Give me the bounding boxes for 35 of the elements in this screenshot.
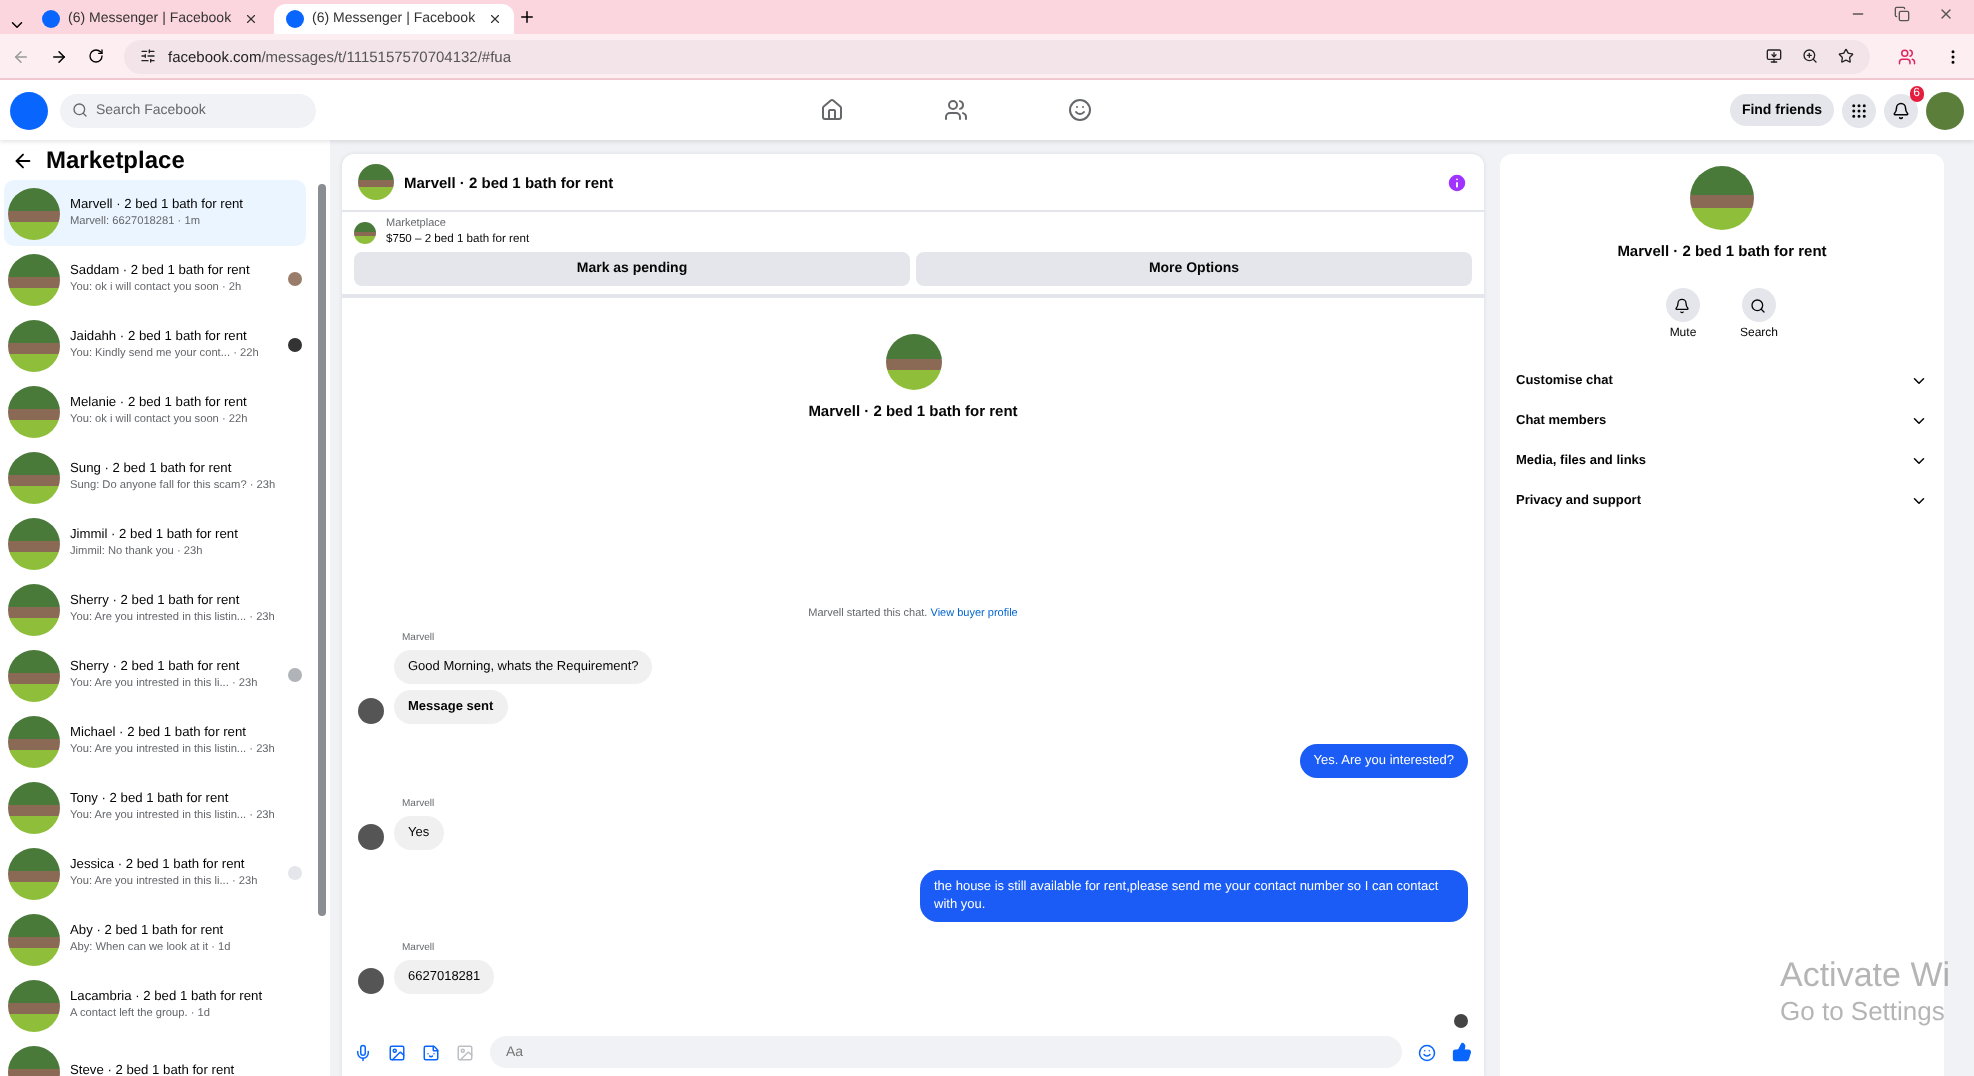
search-icon [72,102,88,118]
like-icon[interactable] [1452,1042,1472,1062]
home-icon[interactable] [820,98,844,122]
seen-avatar [1454,1014,1468,1028]
site-settings-icon[interactable] [140,48,156,64]
sticker-icon[interactable] [422,1043,440,1061]
menu-grid-button[interactable] [1842,93,1876,127]
back-icon[interactable] [12,149,34,171]
emoji-icon[interactable] [1418,1043,1436,1061]
account-avatar[interactable] [1926,91,1964,129]
tab-list-icon[interactable] [8,16,26,34]
activation-title: Activate Wi [1780,956,1951,996]
close-icon[interactable] [488,12,502,26]
close-icon[interactable] [1938,5,1954,21]
zoom-icon[interactable] [1802,48,1818,64]
bell-icon [1892,101,1910,119]
photo-icon[interactable] [388,1043,406,1061]
restore-icon[interactable] [1894,5,1910,21]
install-icon[interactable] [1766,48,1782,64]
search-icon [1750,297,1767,313]
microphone-icon[interactable] [354,1043,372,1061]
activation-subtitle: Go to Settings [1780,996,1947,1026]
info-icon[interactable] [1446,171,1468,193]
reload-icon[interactable] [88,48,104,64]
forward-icon[interactable] [50,47,68,65]
sender-avatar [358,698,384,724]
sender-avatar [358,968,384,994]
close-icon[interactable] [244,12,258,26]
new-tab-icon[interactable] [518,8,536,26]
sender-avatar [358,824,384,850]
grid-icon [1850,101,1868,119]
sidebar-title: Marketplace [46,146,185,174]
bell-icon [1674,297,1691,313]
bookmark-icon[interactable] [1838,48,1854,64]
friends-icon[interactable] [944,98,968,122]
